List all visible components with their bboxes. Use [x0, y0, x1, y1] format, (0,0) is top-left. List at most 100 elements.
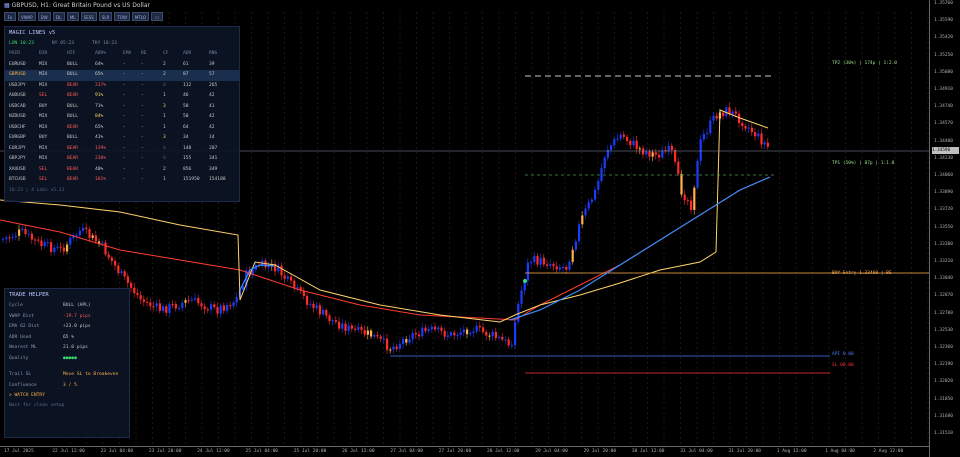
candle-body — [290, 276, 293, 281]
pair-row[interactable]: USDCHF MIX BEAR 65% - - 1 64 42 — [5, 123, 239, 134]
pair-cell: - — [123, 124, 126, 130]
pair-cell: BULL — [67, 114, 79, 119]
pair-row[interactable]: BTCUSD SEL BEAR 101% - - 1 151950 154188 — [5, 175, 239, 186]
pair-cell: - — [141, 135, 144, 140]
pair-row[interactable]: EURGBP BUY BULL 41% - - 3 34 14 — [5, 133, 239, 144]
candle-body — [629, 140, 632, 146]
trade-helper-panel: TRADE HELPER Cycle BULL (APL) VWAP Dist -1… — [4, 288, 130, 438]
candle-body — [392, 346, 395, 350]
candle-body — [747, 127, 750, 129]
price-tick: 1.33040 — [934, 276, 953, 282]
candle-body — [632, 140, 635, 146]
price-tick: 1.35250 — [934, 52, 953, 58]
candle-body — [280, 265, 283, 276]
pair-row[interactable]: EURJPY MIX BEAR 139% - - 0 148 207 — [5, 144, 239, 155]
toolbar-button-mtlo[interactable]: MTLO — [131, 12, 150, 21]
candle-body — [584, 208, 587, 216]
pair-cell: 64 — [183, 124, 189, 130]
pair-cell: 41% — [95, 135, 104, 140]
pair-cell: - — [123, 166, 126, 172]
pair-row[interactable]: EURUSD MIX BULL 64% - - 2 61 39 — [5, 60, 239, 71]
candle-body — [325, 310, 328, 316]
toolbar-button-vwap[interactable]: VWAP — [18, 12, 36, 21]
helper-row-adr: ADR Used 65 % — [5, 333, 129, 344]
toolbar-button-slr[interactable]: SLR — [98, 12, 113, 21]
pair-cell: 207 — [209, 145, 218, 151]
pair-cell: USDJPY — [9, 82, 26, 88]
candle-body — [622, 134, 625, 137]
toolbar-button-dl[interactable]: DL — [52, 12, 65, 21]
col-cf: CF — [163, 51, 169, 56]
candle-body — [504, 339, 507, 341]
pair-cell: BTCUSD — [9, 177, 26, 182]
candle-body — [360, 326, 363, 331]
candle-body — [66, 244, 69, 252]
toolbar-button-fx[interactable]: Fx — [4, 12, 16, 21]
candle-body — [558, 267, 561, 270]
toolbar-button-ml[interactable]: ML — [66, 12, 79, 21]
buy-entry-label: BUY Entry 1.33460 | BE — [832, 271, 892, 276]
toolbar-button-tow[interactable]: TOW — [114, 12, 130, 21]
candle-body — [206, 309, 209, 311]
candle-body — [418, 334, 421, 337]
pair-cell: GBPJPY — [9, 156, 26, 161]
pair-cell: 3 — [163, 103, 166, 109]
pair-row[interactable]: USDCAD BUY BULL 71% - - 3 58 41 — [5, 102, 239, 113]
candle-body — [690, 200, 693, 210]
pair-cell: - — [123, 61, 126, 67]
candle-body — [78, 230, 81, 236]
price-tick: 1.34230 — [934, 155, 953, 161]
toolbar-button-dw[interactable]: DW — [37, 12, 51, 21]
helper-row-cycle: Cycle BULL (APL) — [5, 301, 129, 312]
pair-row[interactable]: GBPJPY MIX BEAR 230% - - 0 155 341 — [5, 154, 239, 165]
candle-body — [648, 151, 651, 157]
candle-body — [645, 151, 648, 155]
candle-body — [722, 112, 725, 117]
candle-body — [162, 306, 165, 311]
candle-body — [382, 338, 385, 340]
candle-body — [744, 126, 747, 129]
time-tick: 23 Jul 20:00 — [148, 449, 182, 454]
pair-cell: 349 — [209, 166, 218, 172]
candle-body — [120, 271, 123, 273]
pair-row[interactable]: AUDUSD SEL BEAR 91% - - 1 46 42 — [5, 91, 239, 102]
pair-row[interactable]: XAUUSD SEL BEAR 40% - - 2 856 349 — [5, 165, 239, 176]
candle-body — [338, 321, 341, 329]
candle-body — [235, 297, 238, 303]
candle-body — [696, 160, 699, 188]
price-tick: 1.35760 — [934, 1, 953, 6]
pair-cell: MIX — [39, 114, 48, 119]
pair-cell: 2 — [163, 166, 166, 172]
pair-cell: BEAR — [67, 177, 79, 182]
time-axis[interactable]: 17 Jul 2025 22 Jul 12:00 23 Jul 04:00 23 Ju… — [0, 446, 929, 457]
pair-row[interactable]: GBPUSD MIX BULL 65% - - 2 87 57 — [5, 70, 239, 81]
toolbar-button-sess[interactable]: SESS — [80, 12, 97, 21]
helper-row-confluence: Confluence 3 / 5 — [5, 381, 129, 392]
candle-body — [507, 339, 510, 346]
candle-body — [693, 187, 696, 210]
pair-cell: 2 — [163, 72, 166, 77]
current-price-tag: 1.34590 — [932, 147, 959, 154]
toolbar-button-toggle[interactable]: ☐ — [151, 12, 164, 21]
pair-row[interactable]: USDJPY MIX BEAR 237% - - 0 112 265 — [5, 81, 239, 92]
candle-body — [219, 305, 222, 314]
candle-body — [571, 249, 574, 262]
candle-body — [315, 305, 318, 308]
pair-cell: - — [123, 93, 126, 98]
candle-body — [411, 333, 414, 340]
helper-label: EMA 62 Dist — [9, 324, 40, 329]
candle-body — [466, 329, 469, 335]
pair-cell: 265 — [209, 82, 218, 88]
pair-cell: 87 — [183, 72, 189, 77]
candle-body — [389, 349, 392, 351]
pair-cell: 46 — [183, 93, 189, 98]
candle-body — [520, 290, 523, 304]
price-tick: 1.32360 — [934, 345, 953, 350]
candle-body — [635, 140, 638, 150]
candle-body — [341, 323, 344, 329]
price-axis[interactable]: 1.34590 1.35760 1.35590 1.35420 1.35250 1.35… — [929, 0, 960, 457]
candle-body — [334, 320, 337, 322]
pair-row[interactable]: NZDUSD MIX BULL 84% - - 1 50 42 — [5, 112, 239, 123]
candle-body — [421, 327, 424, 337]
candle-body — [59, 246, 62, 248]
